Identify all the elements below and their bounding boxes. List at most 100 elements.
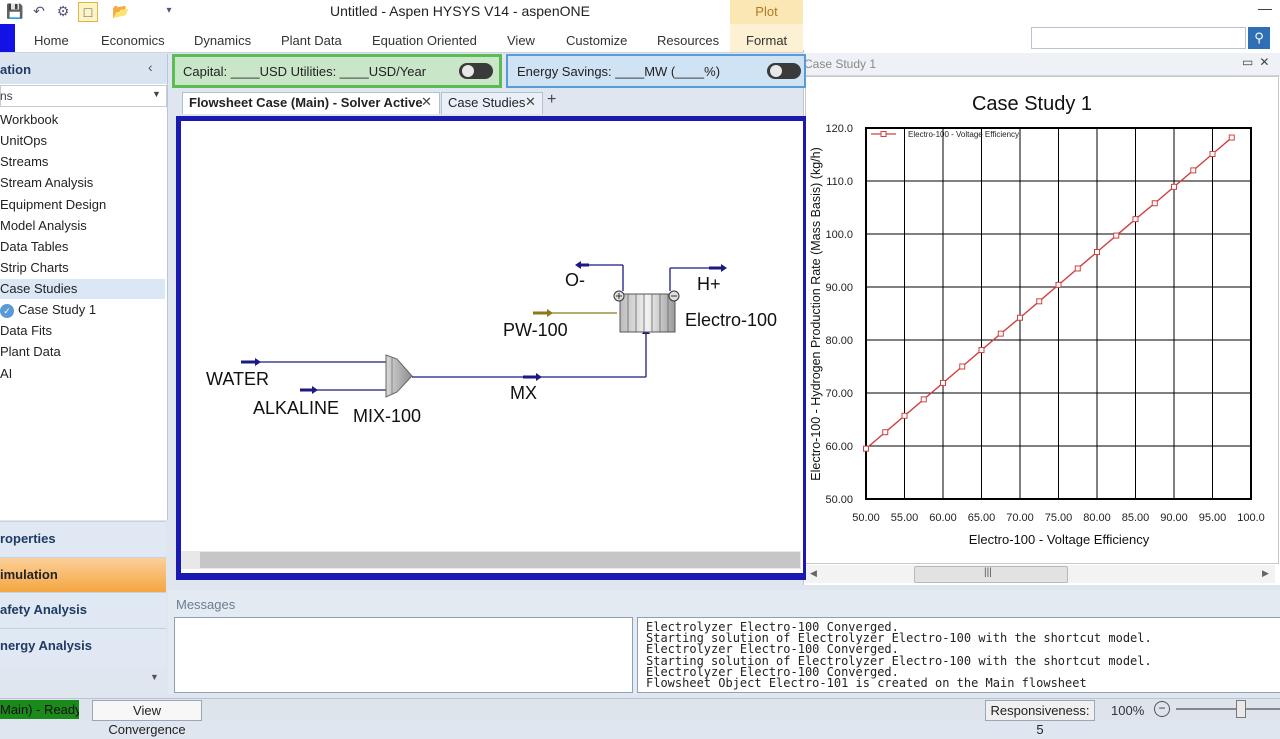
flowsheet-scroll-thumb[interactable]	[200, 552, 800, 568]
capital-summary-text: Capital: ____USD Utilities: ____USD/Year	[183, 64, 427, 79]
collapse-icon[interactable]: ‹	[148, 59, 153, 75]
nav-item-case-study-1[interactable]: Case Study 1	[18, 300, 165, 320]
tab-view[interactable]: View	[507, 33, 535, 48]
view-convergence-button[interactable]: View Convergence	[92, 700, 202, 737]
mx-label[interactable]: MX	[510, 383, 537, 404]
data-point	[1017, 314, 1023, 321]
nav-panel-safety-analysis[interactable]: afety Analysis	[0, 592, 166, 627]
status-ready: Main) - Ready	[0, 700, 79, 719]
x-tick-label: 70.00	[1006, 512, 1034, 524]
alkaline-label[interactable]: ALKALINE	[253, 398, 339, 419]
tab-dynamics[interactable]: Dynamics	[194, 33, 251, 48]
x-tick-label: 95.00	[1199, 512, 1227, 524]
water-stream[interactable]	[241, 358, 386, 366]
tab-economics[interactable]: Economics	[101, 33, 165, 48]
navigation-filter-value: ns	[0, 89, 13, 103]
mixer-unit[interactable]	[385, 354, 413, 398]
x-tick-label: 90.00	[1160, 512, 1188, 524]
tab-format[interactable]: Format	[746, 33, 787, 48]
y-tick-label: 110.0	[826, 176, 853, 188]
open-icon[interactable]: 📂	[112, 2, 130, 20]
responsiveness-button[interactable]: Responsiveness: 5	[985, 700, 1095, 737]
file-tab[interactable]	[0, 24, 15, 52]
case-study-chart: 50.00 55.00 60.00 65.00 70.00 75.00 80.00 85.00…	[809, 93, 1265, 547]
scroll-left-icon[interactable]: ◀	[810, 568, 817, 579]
navigation-filter-select[interactable]	[0, 85, 167, 107]
customize-arrow-icon[interactable]: ▾	[160, 2, 178, 20]
plot-context-tab: Plot	[730, 0, 803, 24]
electrolyzer-label[interactable]: Electro-100	[685, 310, 777, 331]
nav-item-stream-analysis[interactable]: Stream Analysis	[0, 173, 165, 193]
nav-panel-properties[interactable]: roperties	[0, 521, 166, 556]
tab-flowsheet-main-label: Flowsheet Case (Main) - Solver Active	[189, 95, 423, 110]
data-point	[1055, 281, 1062, 288]
data-point	[882, 429, 889, 436]
nav-item-plant-data[interactable]: Plant Data	[0, 342, 165, 362]
data-point	[1113, 232, 1120, 239]
tab-customize[interactable]: Customize	[566, 33, 627, 48]
data-point	[997, 330, 1004, 337]
x-tick-label: 50.00	[852, 512, 880, 524]
search-input[interactable]	[1031, 27, 1246, 49]
tab-equation-oriented[interactable]: Equation Oriented	[372, 33, 477, 48]
nav-item-data-fits[interactable]: Data Fits	[0, 321, 165, 341]
data-point	[1132, 216, 1139, 223]
nav-item-model-analysis[interactable]: Model Analysis	[0, 216, 165, 236]
energy-toggle[interactable]	[767, 63, 801, 79]
save-icon[interactable]: 💾	[6, 2, 24, 20]
zoom-slider-thumb[interactable]	[1236, 700, 1246, 718]
x-tick-label: 100.0	[1237, 512, 1265, 524]
o-minus-label[interactable]: O-	[565, 270, 585, 291]
window-controls[interactable]: ▭✕	[1242, 55, 1275, 69]
chevron-down-icon[interactable]: ▼	[152, 89, 161, 99]
minimize-icon[interactable]: —	[1258, 0, 1272, 16]
nav-item-ai[interactable]: AI	[0, 364, 165, 384]
y-tick-label: 70.00	[825, 388, 853, 400]
nav-panel-energy-analysis[interactable]: nergy Analysis	[0, 628, 166, 669]
add-tab-icon[interactable]: +	[547, 91, 556, 109]
alkaline-stream[interactable]	[300, 386, 386, 394]
y-tick-label: 50.00	[825, 494, 853, 506]
search-icon[interactable]: ⚲	[1248, 27, 1270, 49]
legend-marker	[880, 131, 887, 137]
messages-left-pane[interactable]	[174, 617, 633, 693]
x-axis-label: Electro-100 - Voltage Efficiency	[969, 532, 1150, 547]
undo-icon[interactable]: ↶	[30, 2, 48, 20]
nav-item-case-studies[interactable]: Case Studies	[0, 279, 165, 299]
zoom-slider-track[interactable]	[1176, 708, 1280, 710]
folder-icon[interactable]: □	[78, 2, 98, 22]
nav-item-workbook[interactable]: Workbook	[0, 110, 165, 130]
nav-panel-simulation[interactable]: imulation	[0, 557, 166, 592]
message-line: Flowsheet Object Electro-101 is created …	[646, 676, 1087, 690]
chevron-down-icon[interactable]: ▼	[150, 672, 159, 682]
nav-item-unitops[interactable]: UnitOps	[0, 131, 165, 151]
data-point	[1074, 265, 1081, 272]
electrolyzer-unit[interactable]	[613, 290, 680, 333]
pw-energy-stream[interactable]	[533, 309, 617, 317]
scroll-right-icon[interactable]: ▶	[1262, 568, 1269, 579]
data-point	[1094, 249, 1100, 256]
tab-home[interactable]: Home	[34, 33, 69, 48]
x-tick-label: 80.00	[1083, 512, 1111, 524]
toolbar-icon[interactable]: ⚙	[54, 2, 72, 20]
close-icon[interactable]: ✕	[421, 94, 432, 110]
messages-label: Messages	[176, 597, 236, 612]
mixer-label[interactable]: MIX-100	[353, 406, 421, 427]
water-label[interactable]: WATER	[206, 369, 269, 390]
y-tick-label: 80.00	[825, 335, 853, 347]
h-plus-label[interactable]: H+	[697, 274, 721, 295]
capital-toggle[interactable]	[459, 63, 493, 79]
nav-item-streams[interactable]: Streams	[0, 152, 165, 172]
flowsheet-canvas[interactable]	[181, 121, 803, 573]
nav-item-strip-charts[interactable]: Strip Charts	[0, 258, 165, 278]
pw-label[interactable]: PW-100	[503, 320, 568, 341]
tab-plant-data[interactable]: Plant Data	[281, 33, 342, 48]
tab-resources[interactable]: Resources	[657, 33, 719, 48]
zoom-out-icon[interactable]: −	[1154, 701, 1170, 717]
nav-item-data-tables[interactable]: Data Tables	[0, 237, 165, 257]
nav-item-equipment-design[interactable]: Equipment Design	[0, 195, 165, 215]
data-point	[901, 412, 908, 419]
data-point	[959, 363, 966, 370]
scroll-grip-icon: |||	[984, 567, 992, 578]
close-icon[interactable]: ✕	[525, 94, 536, 110]
